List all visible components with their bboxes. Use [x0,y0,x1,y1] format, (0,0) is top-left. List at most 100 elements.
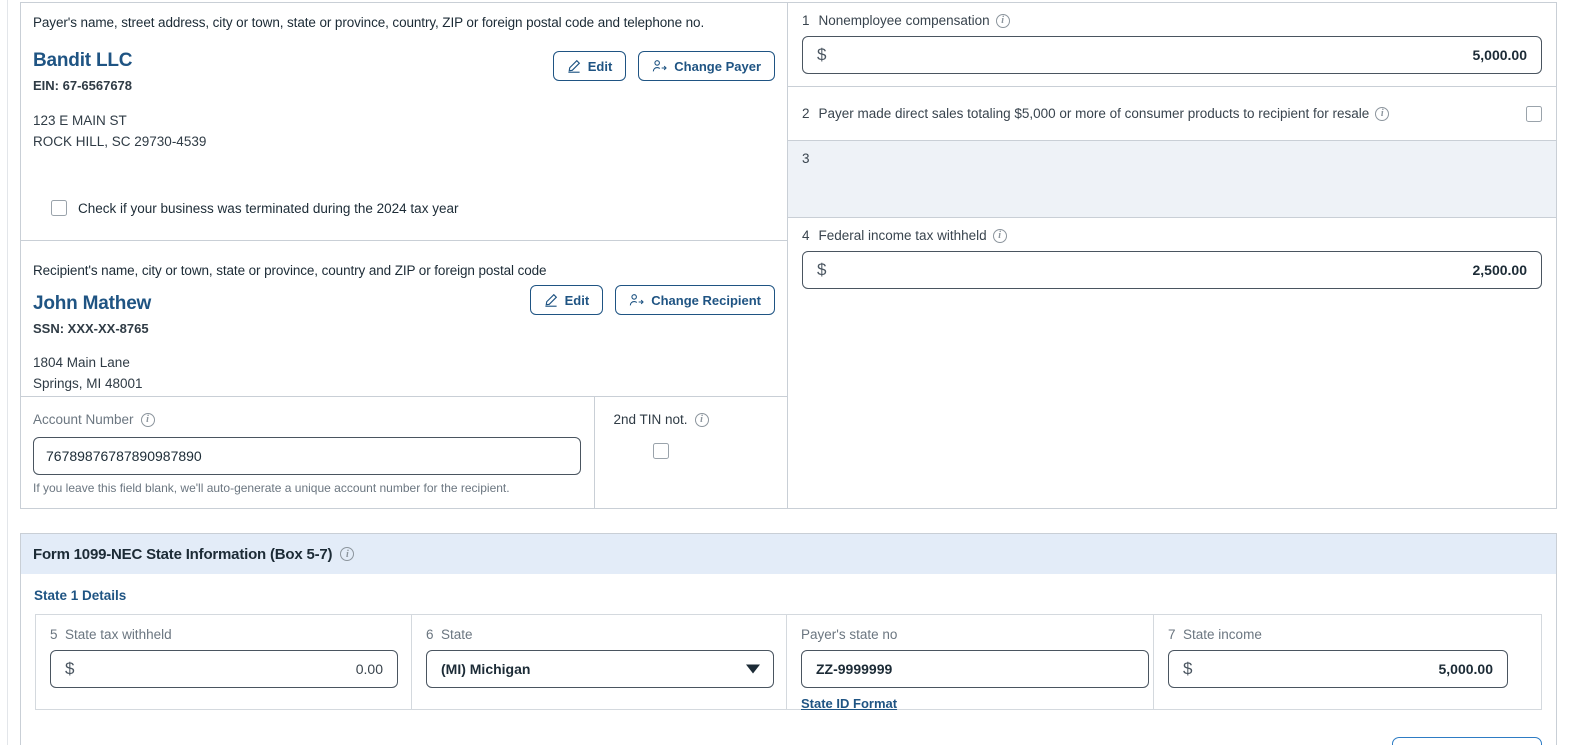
edit-recipient-label: Edit [564,292,590,308]
chevron-down-icon[interactable] [746,664,760,674]
change-recipient-button[interactable]: Change Recipient [615,285,775,315]
box1-input[interactable]: $ 5,000.00 [802,36,1542,74]
box1-nonemployee-compensation: 1 Nonemployee compensation i $ 5,000.00 [788,3,1556,87]
edit-recipient-button[interactable]: Edit [529,285,604,315]
info-icon[interactable]: i [694,412,709,427]
box7-state-income-cell: 7 State income $ 5,000.00 [1154,615,1541,709]
payer-address-line1: 123 E MAIN ST [33,113,127,128]
recipient-section: Recipient's name, city or town, state or… [21,241,787,397]
change-payer-label: Change Payer [674,58,761,74]
account-tin-row: Account Number i If you leave this field… [21,397,787,509]
box1-label: Nonemployee compensation [818,13,990,28]
payer-address-line2: ROCK HILL, SC 29730-4539 [33,134,207,149]
box2-label: Payer made direct sales totaling $5,000 … [818,106,1370,121]
business-terminated-row[interactable]: Check if your business was terminated du… [51,200,458,216]
payer-actions: Edit Change Payer [552,51,775,81]
state-1-details-label: State 1 Details [34,588,127,603]
box7-number: 7 [1168,627,1176,642]
recipient-ssn: SSN: XXX-XX-8765 [33,321,149,336]
box5-label-row: 5 State tax withheld [50,627,397,642]
second-tin-cell: 2nd TIN not. i [595,397,787,509]
payer-address: 123 E MAIN ST ROCK HILL, SC 29730-4539 [33,110,775,152]
box2-number: 2 [802,106,810,121]
account-number-input[interactable] [33,437,581,475]
account-number-hint: If you leave this field blank, we'll aut… [33,481,510,495]
box2-direct-sales: 2 Payer made direct sales totaling $5,00… [788,87,1556,141]
state-id-format-link[interactable]: State ID Format [801,696,897,711]
state-information-header: Form 1099-NEC State Information (Box 5-7… [21,534,1556,574]
recipient-address: 1804 Main Lane Springs, MI 48001 [33,352,775,394]
box1-label-row: 1 Nonemployee compensation i [802,13,1542,28]
box3-label-row: 3 [802,151,1542,166]
state-select[interactable]: (MI) Michigan [426,650,774,688]
change-payer-button[interactable]: Change Payer [638,51,775,81]
box4-federal-income-tax-withheld: 4 Federal income tax withheld i $ 2,500.… [788,218,1556,301]
account-number-cell: Account Number i If you leave this field… [21,397,595,509]
state-fields-grid: 5 State tax withheld $ 0.00 6 State (MI)… [35,614,1542,711]
dollar-icon: $ [65,659,75,678]
info-icon[interactable]: i [995,13,1010,28]
box4-label-row: 4 Federal income tax withheld i [802,228,1542,243]
change-recipient-label: Change Recipient [651,292,761,308]
box1-value: 5,000.00 [1472,47,1528,63]
edit-payer-button[interactable]: Edit [552,51,627,81]
pencil-icon [567,59,581,73]
payer-section: Payer's name, street address, city or to… [21,3,787,241]
payer-state-no-input[interactable] [801,650,1149,688]
box2-label-row: 2 Payer made direct sales totaling $5,00… [802,106,1526,121]
box5-label: State tax withheld [65,627,172,642]
info-icon[interactable]: i [1375,106,1390,121]
second-tin-checkbox-wrap [607,443,715,459]
state-select-value: (MI) Michigan [441,661,531,677]
state-information-card: Form 1099-NEC State Information (Box 5-7… [20,533,1557,745]
box2-checkbox[interactable] [1526,105,1542,122]
dollar-icon: $ [817,45,827,64]
box5-input[interactable]: $ 0.00 [50,650,398,688]
person-swap-icon [629,293,644,307]
page-left-rule [7,0,8,745]
business-terminated-checkbox[interactable] [51,200,67,216]
box4-number: 4 [802,228,810,243]
box7-input[interactable]: $ 5,000.00 [1168,650,1508,688]
recipient-actions: Edit Change Recipient [529,285,775,315]
payer-recipient-card: Payer's name, street address, city or to… [20,2,1557,509]
box6-number: 6 [426,627,434,642]
edit-payer-label: Edit [587,58,613,74]
box4-label: Federal income tax withheld [818,228,987,243]
info-icon[interactable]: i [340,547,355,561]
recipient-address-line2: Springs, MI 48001 [33,376,143,391]
add-another-state-button[interactable] [1392,737,1542,745]
second-tin-checkbox[interactable] [653,443,669,459]
info-icon[interactable]: i [992,228,1007,243]
box7-label-row: 7 State income [1168,627,1527,642]
left-column: Payer's name, street address, city or to… [21,3,787,509]
form-1099-nec-page: Payer's name, street address, city or to… [0,0,1578,745]
box6-label: State [441,627,473,642]
account-number-label: Account Number [33,412,134,427]
payer-state-no-label: Payer's state no [801,627,898,642]
box7-value: 5,000.00 [1438,661,1494,677]
second-tin-label: 2nd TIN not. [613,412,688,427]
recipient-address-line1: 1804 Main Lane [33,355,130,370]
business-terminated-label: Check if your business was terminated du… [78,200,459,216]
box7-label: State income [1183,627,1262,642]
second-tin-label-row: 2nd TIN not. i [607,412,715,427]
box5-state-tax-withheld-cell: 5 State tax withheld $ 0.00 [36,615,412,709]
account-number-label-row: Account Number i [33,412,155,427]
box3-number: 3 [802,151,810,166]
info-icon[interactable]: i [140,412,155,427]
box3-reserved: 3 [788,141,1556,218]
pencil-icon [544,293,558,307]
box5-value: 0.00 [355,661,383,677]
box6-select-wrap: (MI) Michigan [426,650,774,688]
payer-state-no-cell: Payer's state no State ID Format [787,615,1154,711]
box4-input[interactable]: $ 2,500.00 [802,251,1542,289]
state-information-title: Form 1099-NEC State Information (Box 5-7… [33,545,333,563]
recipient-section-header: Recipient's name, city or town, state or… [33,263,547,278]
box5-number: 5 [50,627,58,642]
box1-number: 1 [802,13,810,28]
payer-section-header: Payer's name, street address, city or to… [33,15,705,30]
dollar-icon: $ [1183,659,1193,678]
box4-value: 2,500.00 [1472,262,1528,278]
box6-label-row: 6 State [426,627,772,642]
